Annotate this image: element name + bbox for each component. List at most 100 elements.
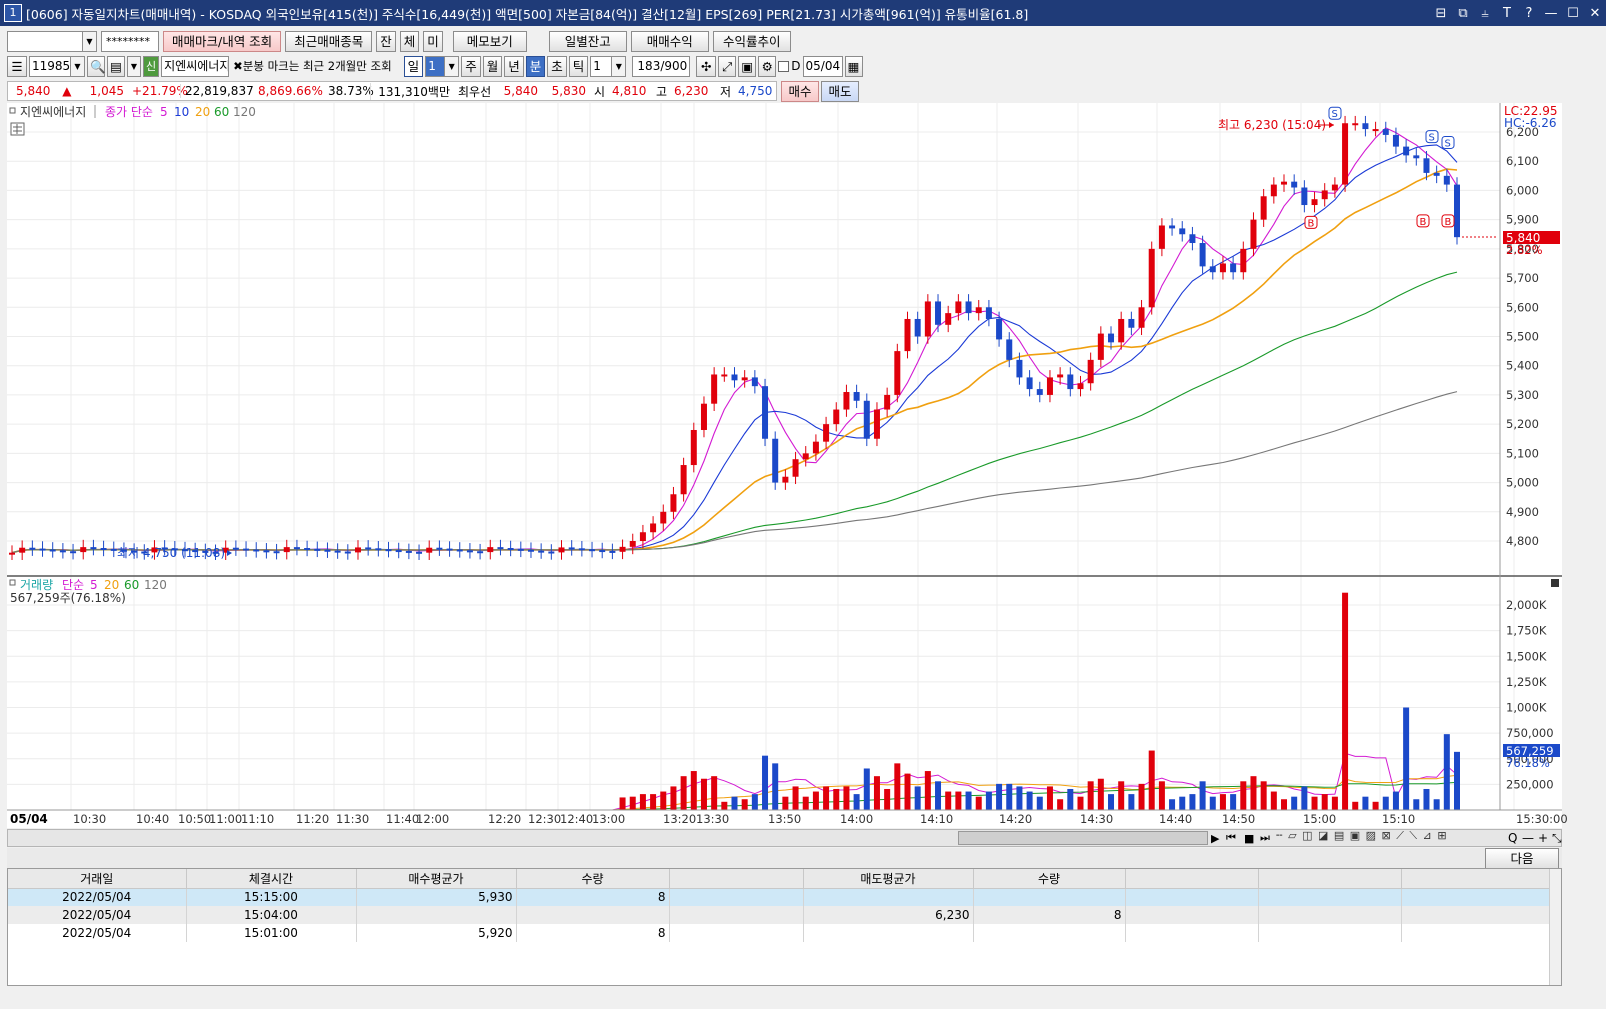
save-dropdown-icon[interactable]: ▼ (127, 55, 141, 77)
interval-dropdown-icon[interactable]: ▼ (612, 55, 627, 77)
candle-body (344, 551, 351, 554)
bar-count-input[interactable]: 183/900 (632, 55, 691, 77)
candle-body (1057, 374, 1064, 378)
trade-profit-button[interactable]: 매매수익 (630, 30, 709, 52)
font-size-icon[interactable]: T (1496, 6, 1518, 21)
candle-body (619, 546, 626, 552)
volume-bar (711, 776, 718, 810)
volume-tick-label: 750,000 (1506, 726, 1554, 740)
candle-body (955, 301, 962, 314)
period-month-button[interactable]: 월 (482, 55, 503, 77)
recent-trades-button[interactable]: 최근매매종목 (285, 30, 373, 52)
candle-body (996, 318, 1003, 340)
day-count-dropdown-icon[interactable]: ▼ (445, 55, 460, 77)
period-second-button[interactable]: 초 (547, 55, 567, 77)
table-row[interactable]: 2022/05/04 15:01:00 5,920 8 (8, 924, 1561, 942)
high-label: 고 (656, 84, 668, 99)
volume-bar (1108, 794, 1115, 810)
col-exec-time[interactable]: 체결시간 (186, 869, 357, 889)
sell-button[interactable]: 매도 (821, 80, 859, 102)
search-icon[interactable]: 🔍 (87, 55, 106, 77)
maximize-icon[interactable]: ☐ (1562, 6, 1584, 21)
next-button[interactable]: 다음 (1485, 847, 1559, 869)
chart-area[interactable]: BSBSBS 6,2006,1006,0005,9005,8005,7005,6… (0, 103, 1568, 828)
copy-window-icon[interactable]: ⧉ (1452, 6, 1474, 21)
candle-body (49, 549, 56, 552)
table-row[interactable]: 2022/05/04 15:15:00 5,930 8 (8, 888, 1561, 906)
col-sell-qty[interactable]: 수량 (973, 869, 1126, 889)
unexecuted-button[interactable]: 미 (423, 30, 443, 52)
crosshair-icon[interactable]: ✣ (696, 55, 717, 77)
price-tick-label: 6,000 (1506, 183, 1539, 197)
col-buy-qty[interactable]: 수량 (516, 869, 670, 889)
balance-button[interactable]: 잔 (376, 30, 396, 52)
time-tick-label: 15:30:00 (1516, 812, 1568, 826)
account-dropdown-icon[interactable]: ▼ (83, 30, 97, 52)
turnover-rate: 38.73% (328, 84, 374, 98)
zoom-out-icon[interactable]: Q (1508, 831, 1517, 845)
return-trend-button[interactable]: 수익률추이 (712, 30, 791, 52)
interval-input[interactable]: 1 (590, 55, 613, 77)
cell-sell-avg: 6,230 (803, 906, 974, 924)
volume-bar (741, 799, 748, 810)
executed-button[interactable]: 체 (399, 30, 420, 52)
candle-body (375, 548, 382, 551)
date-checkbox[interactable] (778, 60, 790, 72)
disk-icon[interactable]: ▣ (738, 55, 757, 77)
menu-icon[interactable]: ☰ (7, 55, 27, 77)
window-icon[interactable]: 1 (4, 4, 22, 22)
password-field[interactable]: ******** (101, 30, 159, 52)
col-buy-avg[interactable]: 매수평균가 (356, 869, 517, 889)
close-icon[interactable]: ✕ (1584, 6, 1606, 21)
date-input[interactable]: 05/04 (802, 55, 843, 77)
rewind-icon[interactable]: ⏮ (1226, 831, 1236, 845)
scroll-thumb[interactable] (958, 831, 1208, 845)
layout-icon[interactable]: ⊟ (1430, 6, 1452, 21)
candle-body (273, 551, 280, 554)
daily-balance-button[interactable]: 일별잔고 (548, 30, 627, 52)
table-row[interactable]: 2022/05/04 15:04:00 6,230 8 (8, 906, 1561, 924)
trade-mark-query-button[interactable]: 매매마크/내역 조회 (163, 30, 282, 52)
period-week-button[interactable]: 주 (461, 55, 481, 77)
buy-button[interactable]: 매수 (781, 80, 819, 102)
stop-icon[interactable]: ■ (1244, 832, 1254, 845)
calendar-icon[interactable]: ▦ (844, 55, 863, 77)
zoom-minus-icon[interactable]: — (1522, 831, 1534, 845)
draw-tool-icon[interactable]: ⤢ (718, 55, 737, 77)
high-annotation: 최고 6,230 (15:04) (1218, 118, 1326, 132)
candle-body (497, 547, 504, 550)
candle-body (1036, 389, 1043, 395)
volume-panel-close-icon[interactable] (1551, 579, 1559, 587)
period-year-button[interactable]: 년 (504, 55, 524, 77)
stock-code-input[interactable]: 119850 (29, 55, 78, 77)
scroll-right-icon[interactable]: ▶ (1211, 832, 1219, 845)
memo-view-button[interactable]: 메모보기 (452, 30, 527, 52)
chart-toolbar: ☰ 119850 ▼ 🔍 ▤ ▼ 신 지엔씨에너지 ✖분봉 마크는 최근 2개월… (0, 54, 1606, 78)
col-sell-avg[interactable]: 매도평균가 (803, 869, 974, 889)
save-icon[interactable]: ▤ (107, 55, 125, 77)
candle-body (1413, 155, 1420, 159)
trade-mark-letter: S (1332, 109, 1338, 120)
volume-tick-label: 2,000K (1506, 598, 1547, 612)
period-minute-button[interactable]: 분 (525, 55, 546, 77)
account-input[interactable] (7, 30, 83, 52)
period-tick-button[interactable]: 틱 (568, 55, 589, 77)
col-trade-date[interactable]: 거래일 (8, 869, 187, 889)
minimize-icon[interactable]: — (1540, 6, 1562, 21)
volume-tick-label: 1,000K (1506, 701, 1547, 715)
time-tick-label: 10:50 (178, 812, 211, 826)
table-scrollbar[interactable] (1549, 869, 1561, 985)
period-day-label[interactable]: 일 (403, 55, 424, 77)
settings-gear-icon[interactable]: ⚙ (758, 55, 777, 77)
help-icon[interactable]: ? (1518, 6, 1540, 21)
pin-icon[interactable]: ⫨ (1474, 6, 1496, 21)
volume-bar (629, 796, 636, 810)
chart-scrollbar[interactable]: ▶ ⏮ ■ ⏭ ╌ ▱ ◫ ◪ ▤ ▣ ▨ ⊠ ⟋ ⟍ ⊿ ⊞ Q — + ⤡ (7, 829, 1562, 847)
day-count-input[interactable]: 1 (425, 55, 446, 77)
drawing-tools-icons[interactable]: ╌ ▱ ◫ ◪ ▤ ▣ ▨ ⊠ ⟋ ⟍ ⊿ ⊞ (1276, 829, 1448, 843)
candle-body (884, 394, 891, 410)
code-dropdown-icon[interactable]: ▼ (71, 55, 85, 77)
zoom-plus-icon[interactable]: + (1538, 831, 1548, 845)
zoom-fit-icon[interactable]: ⤡ (1552, 831, 1562, 846)
fast-forward-icon[interactable]: ⏭ (1260, 831, 1270, 845)
